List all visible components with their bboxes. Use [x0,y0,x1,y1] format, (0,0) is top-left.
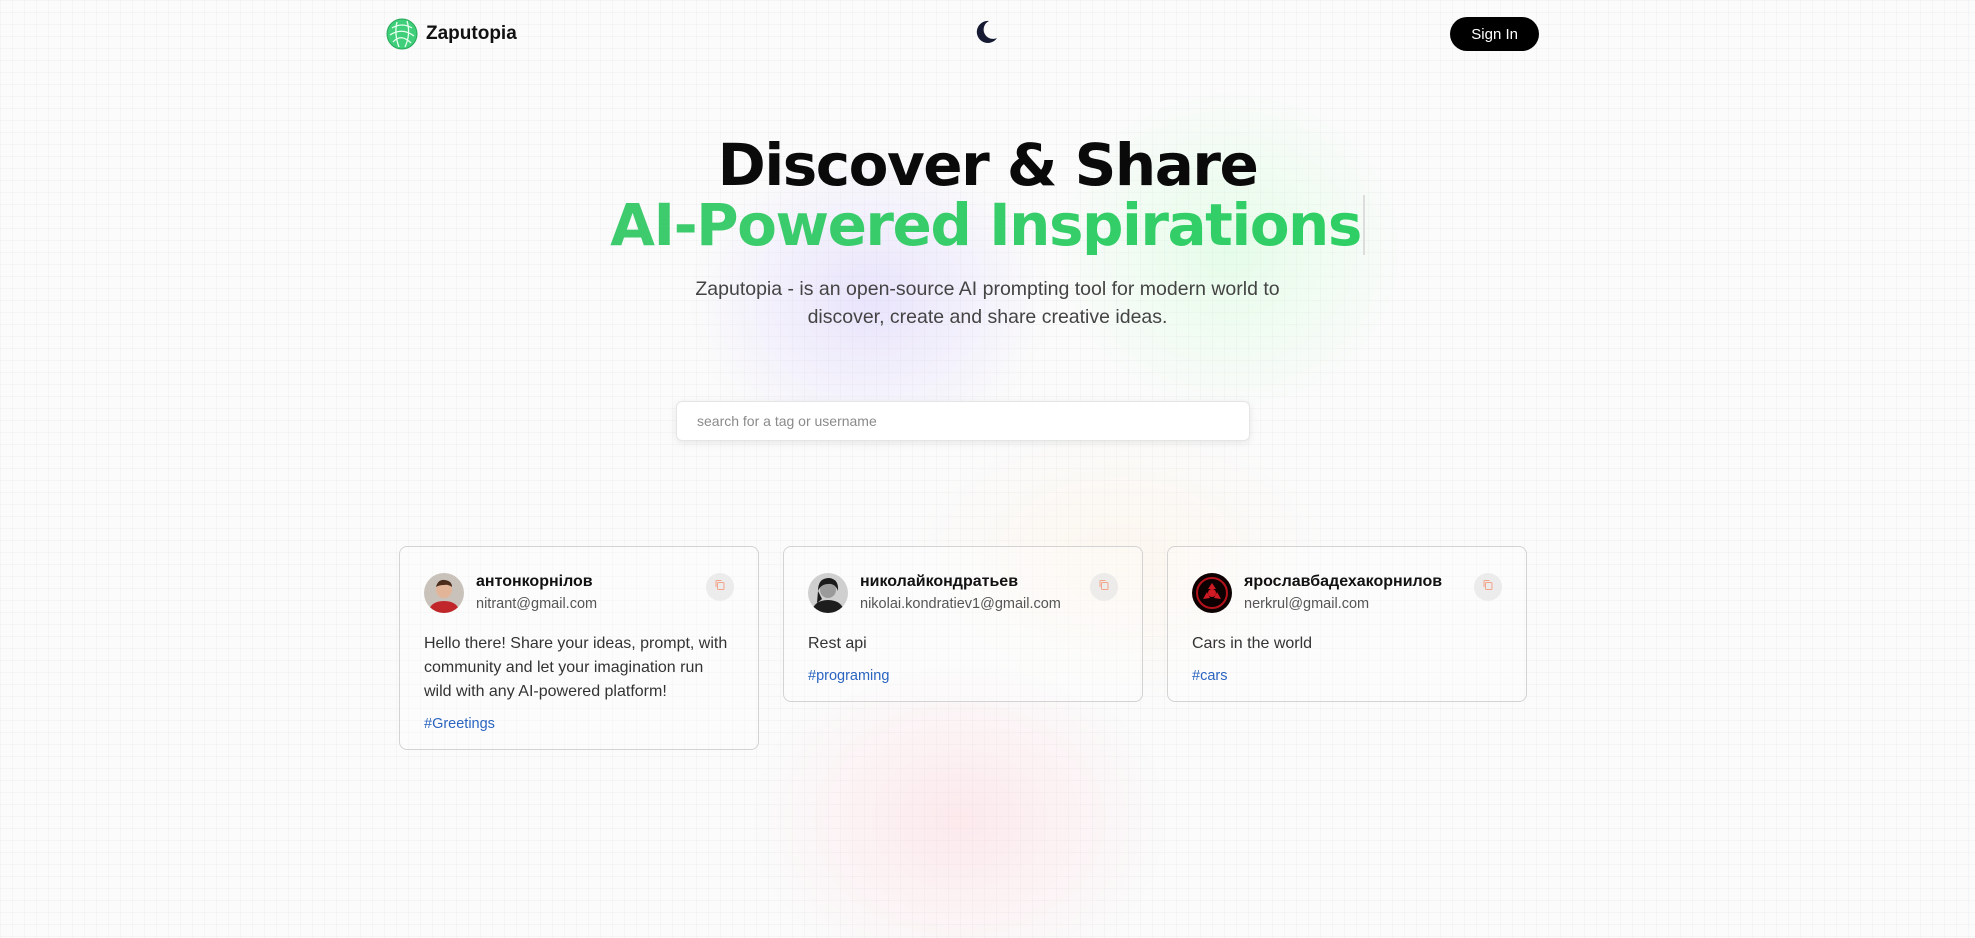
author-info: николайкондратьев nikolai.kondratiev1@gm… [860,572,1061,614]
author-info: антонкорнілов nitrant@gmail.com [476,572,597,614]
avatar [808,573,848,613]
moon-icon [972,18,1000,51]
top-nav: Zaputopia Sign In [386,14,1539,54]
search-input[interactable] [676,401,1250,441]
prompt-text: Cars in the world [1192,635,1313,652]
card-header: ярославбадехакорнилов nerkrul@gmail.com [1192,572,1502,614]
copy-button[interactable] [706,573,734,601]
copy-icon [1098,578,1110,596]
prompt-tag[interactable]: #Greetings [424,716,734,732]
copy-button[interactable] [1474,573,1502,601]
hero-title-line1: Discover & Share [717,131,1259,199]
hero-description: Zaputopia - is an open-source AI prompti… [695,278,1280,328]
card-header: антонкорнілов nitrant@gmail.com [424,572,734,614]
copy-icon [1482,578,1494,596]
page: Zaputopia Sign In Discover & Share AI-Po… [0,0,1975,938]
card-author[interactable]: антонкорнілов nitrant@gmail.com [424,572,597,614]
theme-toggle-button[interactable] [971,19,1001,49]
author-email: nitrant@gmail.com [476,596,598,612]
author-email: nikolai.kondratiev1@gmail.com [860,596,1061,612]
prompt-text: Hello there! Share your ideas, prompt, w… [424,635,728,700]
author-username: ярославбадехакорнилов [1244,573,1443,590]
prompt-card: николайкондратьев nikolai.kondratiev1@gm… [783,546,1143,702]
prompt-tag[interactable]: #cars [1192,668,1502,684]
sign-in-button[interactable]: Sign In [1450,17,1539,51]
search-form [676,401,1250,441]
prompt-card: ярославбадехакорнилов nerkrul@gmail.com … [1167,546,1527,702]
brand-name: Zaputopia [426,23,517,44]
hero-title-line2: AI-Powered Inspirations [610,195,1365,255]
author-username: николайкондратьев [860,573,1019,590]
copy-icon [714,578,726,596]
card-author[interactable]: николайкондратьев nikolai.kondratiev1@gm… [808,572,1061,614]
prompt-card: антонкорнілов nitrant@gmail.com Hello th… [399,546,759,750]
logo-icon [386,18,418,50]
prompt-tag[interactable]: #programing [808,668,1118,684]
copy-button[interactable] [1090,573,1118,601]
hero-section: Discover & Share AI-Powered Inspirations… [0,135,1975,331]
author-email: nerkrul@gmail.com [1244,596,1370,612]
prompt-text: Rest api [808,635,867,652]
author-info: ярославбадехакорнилов nerkrul@gmail.com [1244,572,1442,614]
card-header: николайкондратьев nikolai.kondratiev1@gm… [808,572,1118,614]
hero-title: Discover & Share AI-Powered Inspirations [0,135,1975,255]
card-author[interactable]: ярославбадехакорнилов nerkrul@gmail.com [1192,572,1442,614]
brand-home-link[interactable]: Zaputopia [386,18,517,50]
avatar [1192,573,1232,613]
avatar [424,573,464,613]
author-username: антонкорнілов [476,573,593,590]
